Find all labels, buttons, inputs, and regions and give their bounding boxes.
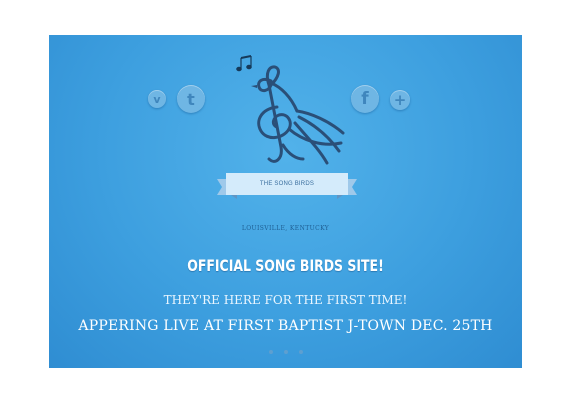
hero-panel: v t f + THE SONG BIRDS LOUISVILLE, KENTU… bbox=[49, 35, 522, 368]
vimeo-button[interactable]: v bbox=[148, 90, 166, 108]
pagination-dot[interactable] bbox=[284, 350, 288, 354]
plus-icon: + bbox=[393, 91, 407, 109]
vimeo-icon: v bbox=[153, 92, 161, 106]
twitter-icon: t bbox=[187, 89, 195, 109]
twitter-button[interactable]: t bbox=[177, 85, 205, 113]
announcement-text: APPERING LIVE AT FIRST BAPTIST J-TOWN DE… bbox=[78, 318, 493, 334]
location-text: LOUISVILLE, KENTUCKY bbox=[241, 225, 330, 232]
slider-pagination bbox=[269, 350, 303, 358]
treble-clef-bird-logo bbox=[236, 55, 345, 165]
add-button[interactable]: + bbox=[390, 90, 410, 110]
facebook-icon: f bbox=[361, 89, 369, 109]
page-headline: OFFICIAL SONG BIRDS SITE! bbox=[187, 256, 384, 275]
pagination-dot[interactable] bbox=[299, 350, 303, 354]
subheading: THEY'RE HERE FOR THE FIRST TIME! bbox=[163, 293, 408, 307]
pagination-dot[interactable] bbox=[269, 350, 273, 354]
music-notes-icon bbox=[236, 55, 252, 72]
band-name-ribbon-text: THE SONG BIRDS bbox=[259, 181, 315, 187]
